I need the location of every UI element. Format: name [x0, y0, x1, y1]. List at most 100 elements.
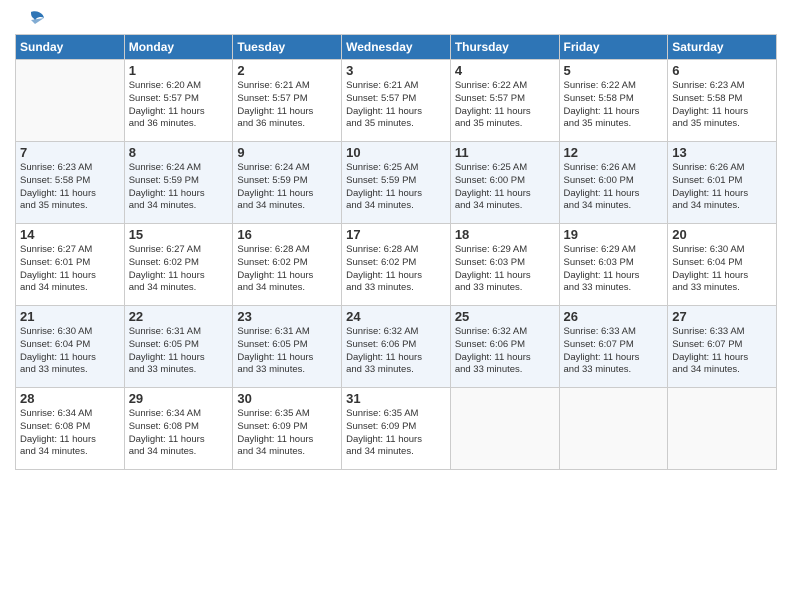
- cell-info: Sunrise: 6:32 AM Sunset: 6:06 PM Dayligh…: [455, 326, 555, 377]
- logo: [15, 10, 45, 28]
- calendar-cell: 3Sunrise: 6:21 AM Sunset: 5:57 PM Daylig…: [342, 60, 451, 142]
- weekday-header-tuesday: Tuesday: [233, 35, 342, 60]
- cell-info: Sunrise: 6:31 AM Sunset: 6:05 PM Dayligh…: [237, 326, 337, 377]
- calendar-cell: 19Sunrise: 6:29 AM Sunset: 6:03 PM Dayli…: [559, 224, 668, 306]
- cell-info: Sunrise: 6:24 AM Sunset: 5:59 PM Dayligh…: [237, 162, 337, 213]
- calendar-cell: 6 Sunrise: 6:23 AM Sunset: 5:58 PM Daylig…: [668, 60, 777, 142]
- calendar-cell: 5 Sunrise: 6:22 AM Sunset: 5:58 PM Daylig…: [559, 60, 668, 142]
- calendar-cell: 26Sunrise: 6:33 AM Sunset: 6:07 PM Dayli…: [559, 306, 668, 388]
- day-number: 3: [346, 63, 446, 78]
- calendar-cell: 1 Sunrise: 6:20 AM Sunset: 5:57 PM Daylig…: [124, 60, 233, 142]
- weekday-header-monday: Monday: [124, 35, 233, 60]
- cell-info: Sunrise: 6:22 AM Sunset: 5:57 PM Dayligh…: [455, 80, 555, 131]
- day-number: 23: [237, 309, 337, 324]
- cell-info: Sunrise: 6:23 AM Sunset: 5:58 PM Dayligh…: [20, 162, 120, 213]
- calendar-cell: 9 Sunrise: 6:24 AM Sunset: 5:59 PM Daylig…: [233, 142, 342, 224]
- calendar-week-row: 1 Sunrise: 6:20 AM Sunset: 5:57 PM Daylig…: [16, 60, 777, 142]
- day-number: 27: [672, 309, 772, 324]
- day-number: 20: [672, 227, 772, 242]
- calendar-cell: 30 Sunrise: 6:35 AM Sunset: 6:09 PM Dayli…: [233, 388, 342, 470]
- day-number: 10: [346, 145, 446, 160]
- weekday-header-friday: Friday: [559, 35, 668, 60]
- cell-info: Sunrise: 6:25 AM Sunset: 6:00 PM Dayligh…: [455, 162, 555, 213]
- day-number: 5: [564, 63, 664, 78]
- cell-info: Sunrise: 6:35 AM Sunset: 6:09 PM Dayligh…: [346, 408, 446, 459]
- header: [15, 10, 777, 28]
- cell-info: Sunrise: 6:23 AM Sunset: 5:58 PM Dayligh…: [672, 80, 772, 131]
- cell-info: Sunrise: 6:32 AM Sunset: 6:06 PM Dayligh…: [346, 326, 446, 377]
- day-number: 11: [455, 145, 555, 160]
- calendar-week-row: 7 Sunrise: 6:23 AM Sunset: 5:58 PM Daylig…: [16, 142, 777, 224]
- day-number: 6: [672, 63, 772, 78]
- weekday-header-wednesday: Wednesday: [342, 35, 451, 60]
- day-number: 16: [237, 227, 337, 242]
- day-number: 4: [455, 63, 555, 78]
- calendar-cell: 22Sunrise: 6:31 AM Sunset: 6:05 PM Dayli…: [124, 306, 233, 388]
- calendar-cell: 13 Sunrise: 6:26 AM Sunset: 6:01 PM Dayli…: [668, 142, 777, 224]
- calendar-cell: [16, 60, 125, 142]
- day-number: 21: [20, 309, 120, 324]
- calendar-cell: 16 Sunrise: 6:28 AM Sunset: 6:02 PM Dayli…: [233, 224, 342, 306]
- calendar-cell: 7 Sunrise: 6:23 AM Sunset: 5:58 PM Daylig…: [16, 142, 125, 224]
- calendar-cell: 14 Sunrise: 6:27 AM Sunset: 6:01 PM Dayli…: [16, 224, 125, 306]
- cell-info: Sunrise: 6:22 AM Sunset: 5:58 PM Dayligh…: [564, 80, 664, 131]
- calendar-cell: 31 Sunrise: 6:35 AM Sunset: 6:09 PM Dayli…: [342, 388, 451, 470]
- day-number: 24: [346, 309, 446, 324]
- cell-info: Sunrise: 6:26 AM Sunset: 6:00 PM Dayligh…: [564, 162, 664, 213]
- day-number: 31: [346, 391, 446, 406]
- day-number: 7: [20, 145, 120, 160]
- cell-info: Sunrise: 6:20 AM Sunset: 5:57 PM Dayligh…: [129, 80, 229, 131]
- cell-info: Sunrise: 6:29 AM Sunset: 6:03 PM Dayligh…: [455, 244, 555, 295]
- day-number: 30: [237, 391, 337, 406]
- cell-info: Sunrise: 6:35 AM Sunset: 6:09 PM Dayligh…: [237, 408, 337, 459]
- weekday-header-row: SundayMondayTuesdayWednesdayThursdayFrid…: [16, 35, 777, 60]
- weekday-header-saturday: Saturday: [668, 35, 777, 60]
- day-number: 14: [20, 227, 120, 242]
- calendar-cell: [559, 388, 668, 470]
- day-number: 29: [129, 391, 229, 406]
- day-number: 28: [20, 391, 120, 406]
- calendar-week-row: 14 Sunrise: 6:27 AM Sunset: 6:01 PM Dayli…: [16, 224, 777, 306]
- cell-info: Sunrise: 6:33 AM Sunset: 6:07 PM Dayligh…: [672, 326, 772, 377]
- weekday-header-sunday: Sunday: [16, 35, 125, 60]
- cell-info: Sunrise: 6:24 AM Sunset: 5:59 PM Dayligh…: [129, 162, 229, 213]
- cell-info: Sunrise: 6:34 AM Sunset: 6:08 PM Dayligh…: [129, 408, 229, 459]
- calendar-cell: 29 Sunrise: 6:34 AM Sunset: 6:08 PM Dayli…: [124, 388, 233, 470]
- calendar-cell: 4 Sunrise: 6:22 AM Sunset: 5:57 PM Daylig…: [450, 60, 559, 142]
- cell-info: Sunrise: 6:27 AM Sunset: 6:01 PM Dayligh…: [20, 244, 120, 295]
- calendar-cell: [450, 388, 559, 470]
- day-number: 25: [455, 309, 555, 324]
- calendar-cell: 12Sunrise: 6:26 AM Sunset: 6:00 PM Dayli…: [559, 142, 668, 224]
- day-number: 13: [672, 145, 772, 160]
- day-number: 1: [129, 63, 229, 78]
- day-number: 9: [237, 145, 337, 160]
- day-number: 17: [346, 227, 446, 242]
- calendar-cell: 21 Sunrise: 6:30 AM Sunset: 6:04 PM Dayli…: [16, 306, 125, 388]
- calendar-cell: 24 Sunrise: 6:32 AM Sunset: 6:06 PM Dayli…: [342, 306, 451, 388]
- calendar-table: SundayMondayTuesdayWednesdayThursdayFrid…: [15, 34, 777, 470]
- calendar-cell: 28 Sunrise: 6:34 AM Sunset: 6:08 PM Dayli…: [16, 388, 125, 470]
- day-number: 18: [455, 227, 555, 242]
- day-number: 15: [129, 227, 229, 242]
- cell-info: Sunrise: 6:34 AM Sunset: 6:08 PM Dayligh…: [20, 408, 120, 459]
- cell-info: Sunrise: 6:30 AM Sunset: 6:04 PM Dayligh…: [20, 326, 120, 377]
- calendar-cell: 20Sunrise: 6:30 AM Sunset: 6:04 PM Dayli…: [668, 224, 777, 306]
- weekday-header-thursday: Thursday: [450, 35, 559, 60]
- calendar-cell: 8Sunrise: 6:24 AM Sunset: 5:59 PM Daylig…: [124, 142, 233, 224]
- day-number: 2: [237, 63, 337, 78]
- calendar-cell: 18 Sunrise: 6:29 AM Sunset: 6:03 PM Dayli…: [450, 224, 559, 306]
- page: SundayMondayTuesdayWednesdayThursdayFrid…: [0, 0, 792, 612]
- cell-info: Sunrise: 6:25 AM Sunset: 5:59 PM Dayligh…: [346, 162, 446, 213]
- day-number: 22: [129, 309, 229, 324]
- calendar-week-row: 21 Sunrise: 6:30 AM Sunset: 6:04 PM Dayli…: [16, 306, 777, 388]
- cell-info: Sunrise: 6:28 AM Sunset: 6:02 PM Dayligh…: [346, 244, 446, 295]
- calendar-cell: 11 Sunrise: 6:25 AM Sunset: 6:00 PM Dayli…: [450, 142, 559, 224]
- calendar-cell: 17 Sunrise: 6:28 AM Sunset: 6:02 PM Dayli…: [342, 224, 451, 306]
- cell-info: Sunrise: 6:21 AM Sunset: 5:57 PM Dayligh…: [237, 80, 337, 131]
- calendar-cell: 15Sunrise: 6:27 AM Sunset: 6:02 PM Dayli…: [124, 224, 233, 306]
- calendar-week-row: 28 Sunrise: 6:34 AM Sunset: 6:08 PM Dayli…: [16, 388, 777, 470]
- calendar-cell: 25 Sunrise: 6:32 AM Sunset: 6:06 PM Dayli…: [450, 306, 559, 388]
- cell-info: Sunrise: 6:26 AM Sunset: 6:01 PM Dayligh…: [672, 162, 772, 213]
- cell-info: Sunrise: 6:28 AM Sunset: 6:02 PM Dayligh…: [237, 244, 337, 295]
- calendar-cell: 23 Sunrise: 6:31 AM Sunset: 6:05 PM Dayli…: [233, 306, 342, 388]
